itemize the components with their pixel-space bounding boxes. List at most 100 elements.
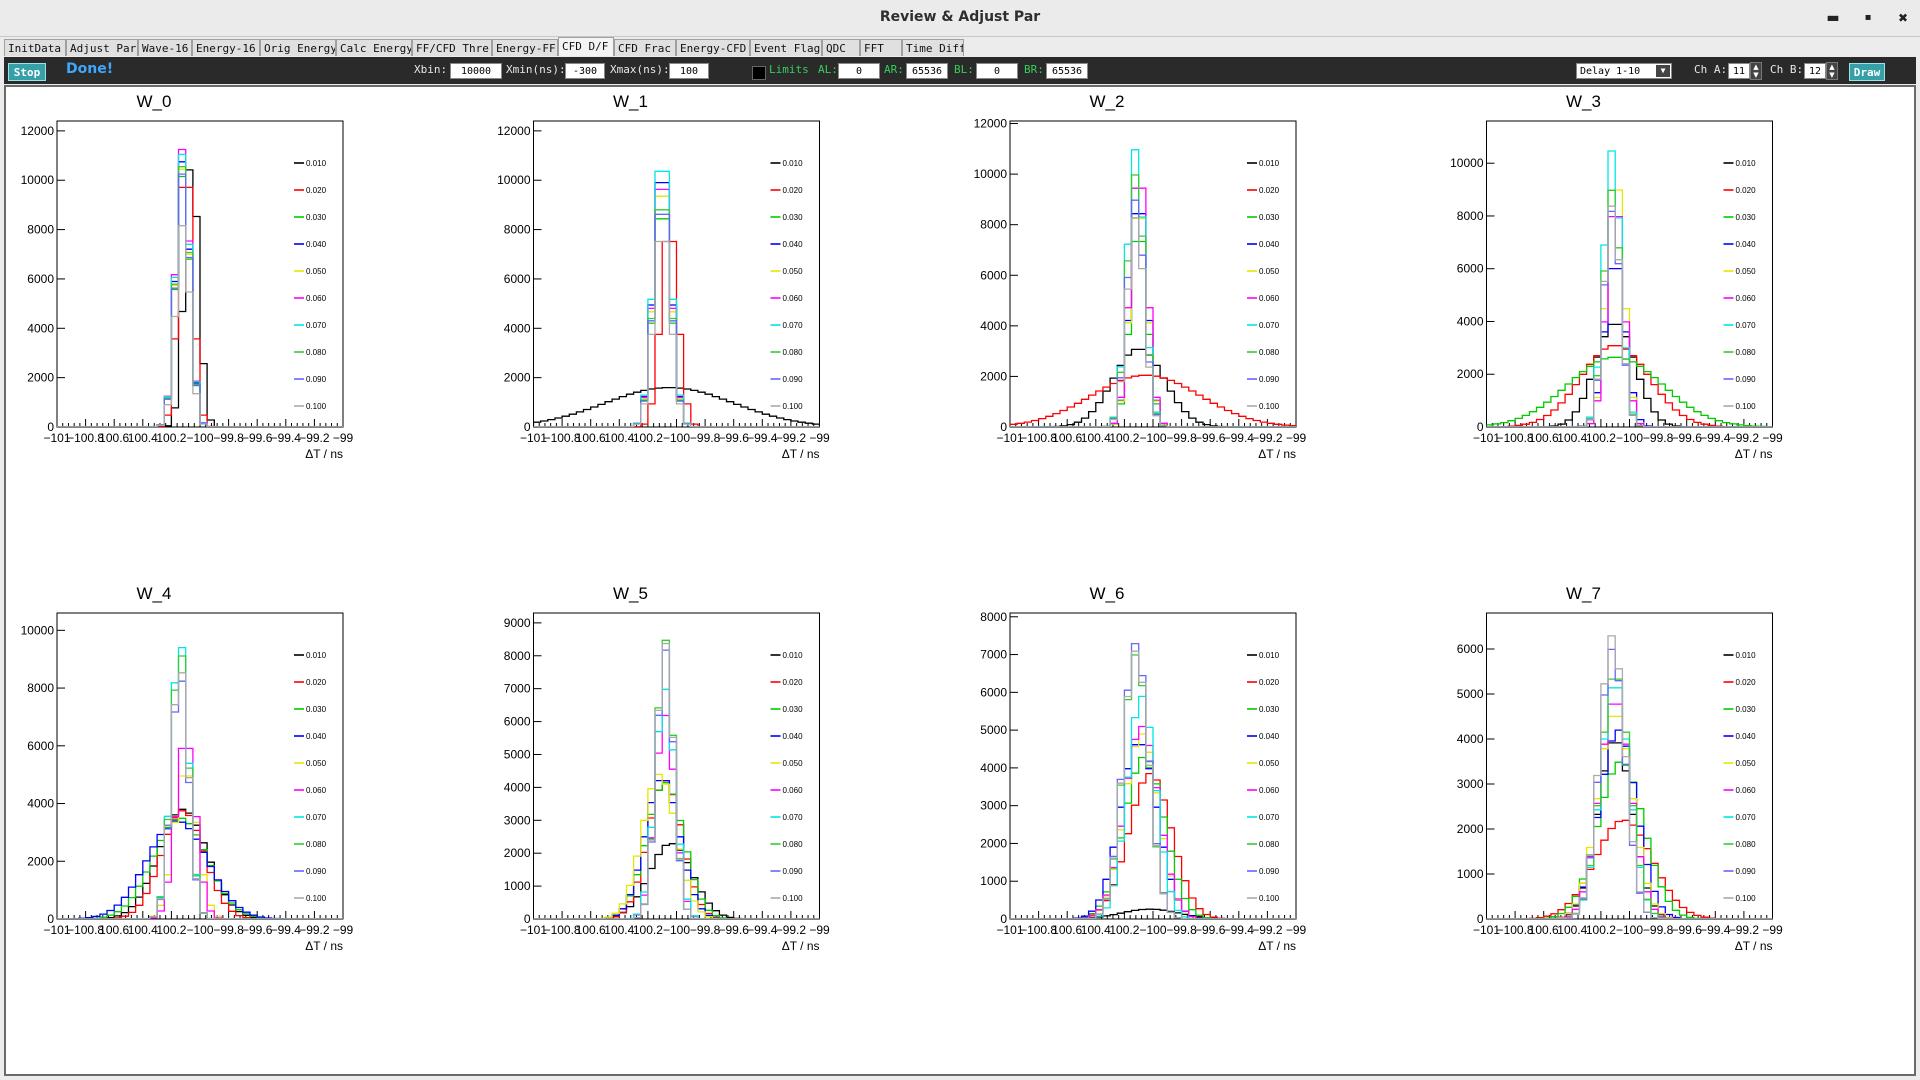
x-tick-label: 100.2 [156, 431, 186, 445]
x-tick-label: −99.2 [299, 923, 330, 937]
x-axis-label: ΔT / ns [1735, 939, 1773, 953]
tab-fft[interactable]: FFT [860, 39, 902, 56]
y-tick-label: 12000 [974, 117, 1008, 131]
legend-entry: 0.090 [783, 867, 804, 876]
legend-entry: 0.020 [1736, 186, 1757, 195]
tab-initdata[interactable]: InitData [4, 39, 66, 56]
tab-qdc[interactable]: QDC [822, 39, 860, 56]
legend-entry: 0.030 [306, 705, 327, 714]
x-tick-label: −100 [1616, 431, 1643, 445]
x-tick-label: 100.4 [604, 431, 634, 445]
x-tick-label: −99.2 [1252, 923, 1283, 937]
chb-label: Ch B: [1770, 63, 1804, 76]
x-axis-label: ΔT / ns [305, 939, 343, 953]
legend-entry: 0.040 [306, 732, 327, 741]
plot-canvas[interactable]: W_0 0 2000 4000 6000 8000 10000 12000 −101 −100.8… [4, 85, 1916, 1076]
maximize-button[interactable]: ▪ [1857, 8, 1879, 28]
al-input[interactable]: 0 [838, 63, 880, 79]
minimize-button[interactable]: ▬ [1822, 8, 1844, 28]
legend-entry: 0.090 [1736, 867, 1757, 876]
x-tick-label: −99.4 [747, 431, 778, 445]
legend-entry: 0.070 [1259, 813, 1280, 822]
stop-button[interactable]: Stop [8, 63, 46, 81]
chb-input[interactable]: 12 [1804, 63, 1826, 79]
y-tick-label: 6000 [980, 268, 1007, 282]
legend-entry: 0.010 [1736, 159, 1757, 168]
cha-spinner-icon[interactable]: ▲ ▼ [1750, 62, 1762, 80]
tab-orig-energy[interactable]: Orig Energy [260, 39, 336, 56]
xbin-input[interactable]: 10000 [450, 63, 502, 79]
chb-spinner-icon[interactable]: ▲ ▼ [1826, 62, 1838, 80]
legend-entry: 0.100 [783, 402, 804, 411]
limits-checkbox[interactable] [752, 66, 766, 80]
y-tick-label: 2000 [27, 854, 54, 868]
y-tick-label: 2000 [504, 846, 531, 860]
cha-input[interactable]: 11 [1728, 63, 1750, 79]
x-tick-label: −100 [186, 431, 213, 445]
x-tick-label: −99.6 [1195, 431, 1226, 445]
x-tick-label: 100.6 [1529, 431, 1559, 445]
tab-adjust-par[interactable]: Adjust Par [66, 39, 138, 56]
br-label: BR: [1024, 63, 1044, 76]
legend-entry: 0.040 [1736, 732, 1757, 741]
tab-energy-16[interactable]: Energy-16 [192, 39, 260, 56]
legend-entry: 0.100 [1736, 402, 1757, 411]
chevron-down-icon[interactable]: ▼ [1656, 65, 1670, 77]
legend-entry: 0.060 [1736, 786, 1757, 795]
y-tick-label: 2000 [1457, 822, 1484, 836]
x-tick-label: −99.6 [242, 431, 273, 445]
y-tick-label: 10000 [21, 623, 55, 637]
x-tick-label: −99.6 [719, 431, 750, 445]
y-tick-label: 2000 [1457, 367, 1484, 381]
legend-entry: 0.060 [1259, 786, 1280, 795]
x-tick-label: −99.2 [776, 923, 807, 937]
y-tick-label: 4000 [27, 797, 54, 811]
tab-energy-cfd[interactable]: Energy-CFD [676, 39, 750, 56]
y-tick-label: 7000 [980, 648, 1007, 662]
y-tick-label: 10000 [21, 173, 55, 187]
legend-entry: 0.020 [1736, 678, 1757, 687]
ar-input[interactable]: 65536 [906, 63, 948, 79]
panel-title: W_2 [1090, 92, 1125, 111]
legend-entry: 0.040 [1259, 732, 1280, 741]
tab-cfd-frac[interactable]: CFD Frac [614, 39, 676, 56]
legend-entry: 0.010 [1259, 651, 1280, 660]
x-tick-label: 100.6 [576, 431, 606, 445]
close-button[interactable]: ✖ [1892, 8, 1914, 28]
tab-energy-ff[interactable]: Energy-FF [492, 39, 558, 56]
tab-cfd-d-f[interactable]: CFD D/F [558, 37, 614, 56]
xmin-input[interactable]: -300 [565, 63, 605, 79]
x-axis-label: ΔT / ns [305, 447, 343, 461]
br-input[interactable]: 65536 [1046, 63, 1088, 79]
tab-calc-energy[interactable]: Calc Energy [336, 39, 412, 56]
delay-select[interactable]: Delay 1-10 ▼ [1576, 63, 1672, 79]
y-tick-label: 12000 [21, 124, 55, 138]
legend-entry: 0.030 [1736, 213, 1757, 222]
y-tick-label: 4000 [980, 319, 1007, 333]
legend-entry: 0.080 [1259, 348, 1280, 357]
x-tick-label: −99.8 [690, 431, 721, 445]
tab-wave-16[interactable]: Wave-16 [138, 39, 192, 56]
x-tick-label: −100 [663, 431, 690, 445]
x-tick-label: 100.2 [1109, 431, 1139, 445]
y-tick-label: 3000 [980, 799, 1007, 813]
y-tick-label: 2000 [504, 371, 531, 385]
y-tick-label: 10000 [1450, 156, 1484, 170]
legend-entry: 0.030 [1736, 705, 1757, 714]
tab-time-diff[interactable]: Time Diff [902, 39, 964, 56]
x-tick-label: −99 [1762, 923, 1783, 937]
toolbar: Stop Done! Xbin: 10000 Xmin(ns): -300 Xm… [4, 57, 1916, 84]
bl-input[interactable]: 0 [976, 63, 1018, 79]
legend-entry: 0.050 [306, 267, 327, 276]
tab-event-flag[interactable]: Event Flag [750, 39, 822, 56]
tab-ff-cfd-thre[interactable]: FF/CFD Thre [412, 39, 492, 56]
y-tick-label: 8000 [504, 649, 531, 663]
legend-entry: 0.070 [783, 813, 804, 822]
x-tick-label: −99.2 [1729, 923, 1760, 937]
panel-title: W_0 [137, 92, 172, 111]
panel-title: W_7 [1566, 584, 1601, 603]
legend-entry: 0.100 [1736, 894, 1757, 903]
draw-button[interactable]: Draw [1849, 63, 1885, 81]
x-tick-label: 100.4 [1557, 923, 1587, 937]
xmax-input[interactable]: 100 [669, 63, 709, 79]
